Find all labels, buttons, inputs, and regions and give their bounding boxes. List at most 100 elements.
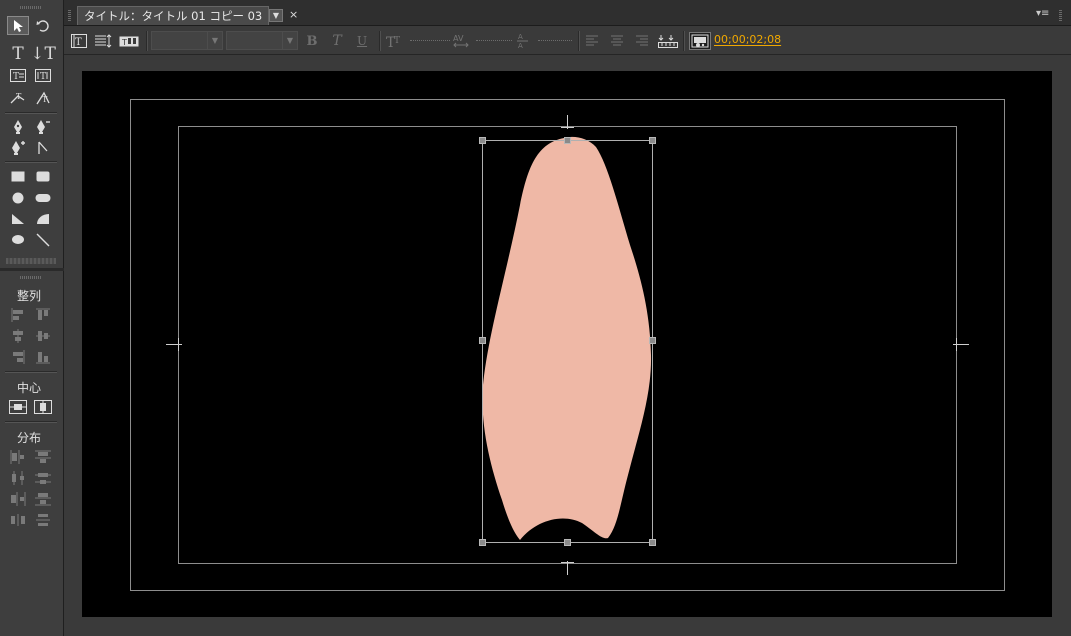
resize-handle-bottom[interactable] (564, 539, 571, 546)
font-size-field[interactable] (410, 40, 450, 41)
svg-text:T: T (121, 38, 127, 47)
leading-field[interactable] (538, 40, 572, 41)
svg-text:T: T (13, 72, 19, 82)
arc-tool-icon[interactable] (32, 209, 54, 228)
panel-grip-right[interactable] (1059, 9, 1062, 21)
line-tool-icon[interactable] (32, 230, 54, 249)
add-anchor-point-icon[interactable] (7, 138, 29, 157)
ellipse-tool-icon[interactable] (7, 188, 29, 207)
italic-button[interactable]: T (329, 32, 345, 50)
svg-text:T: T (75, 37, 82, 48)
panel-split (0, 268, 64, 271)
roll-crawl-options-icon[interactable] (94, 32, 112, 50)
convert-anchor-point-icon[interactable] (32, 138, 54, 157)
align-heading: 整列 (16, 289, 41, 303)
tab-title: タイトル：タイトル 01 コピー 03 (84, 9, 263, 23)
tools-panel: T ↓T T T T T 整列 中心 分布 (0, 0, 64, 636)
tab-stops-icon[interactable]: T (118, 32, 140, 50)
center-mark-bottom-bar (561, 562, 574, 563)
resize-handle-right[interactable] (649, 337, 656, 344)
distribute-left-icon[interactable] (7, 447, 29, 466)
selection-bounding-box (482, 140, 653, 543)
rounded-corner-rectangle-tool-icon[interactable] (32, 188, 54, 207)
resize-handle-top-left[interactable] (479, 137, 486, 144)
align-left-icon[interactable] (7, 305, 29, 324)
font-size-icon[interactable]: TT (386, 32, 404, 50)
type-tool-icon[interactable]: T (7, 45, 29, 64)
align-text-right-icon[interactable] (634, 32, 650, 50)
svg-text:T: T (16, 92, 22, 101)
bold-button[interactable]: B (304, 32, 320, 50)
center-mark-left (166, 344, 182, 345)
selection-tool-icon[interactable] (7, 16, 29, 35)
align-panel-grip[interactable] (20, 276, 42, 279)
svg-text:AV: AV (453, 34, 464, 43)
align-top-icon[interactable] (32, 305, 54, 324)
align-right-icon[interactable] (7, 347, 29, 366)
panel-divider (6, 258, 56, 264)
rounded-rectangle-tool-icon[interactable] (32, 167, 54, 186)
rotation-tool-icon[interactable] (32, 16, 54, 35)
resize-handle-top[interactable] (564, 137, 571, 144)
center-mark-top-bar (561, 127, 574, 128)
distribute-heading: 分布 (16, 431, 41, 445)
chevron-down-icon: ▼ (207, 32, 222, 49)
distribute-vertical-center-icon[interactable] (32, 468, 54, 487)
align-vertical-center-icon[interactable] (32, 326, 54, 345)
wedge-tool-icon[interactable] (7, 209, 29, 228)
distribute-bottom-icon[interactable] (32, 489, 54, 508)
resize-handle-top-right[interactable] (649, 137, 656, 144)
font-style-select[interactable]: ▼ (226, 31, 298, 50)
panel-menu-icon[interactable]: ▾≡ (1036, 8, 1049, 19)
title-canvas[interactable] (82, 71, 1052, 617)
svg-text:A: A (518, 33, 523, 41)
delete-anchor-point-icon[interactable] (32, 117, 54, 136)
path-type-tool-icon[interactable]: T (7, 88, 29, 107)
pen-tool-icon[interactable] (7, 117, 29, 136)
rectangle-tool-icon[interactable] (7, 167, 29, 186)
distribute-horizontal-center-icon[interactable] (7, 468, 29, 487)
new-title-icon[interactable]: T (70, 32, 88, 50)
area-type-tool-icon[interactable]: T (7, 66, 29, 85)
align-text-center-icon[interactable] (609, 32, 625, 50)
distribute-right-icon[interactable] (7, 489, 29, 508)
distribute-top-icon[interactable] (32, 447, 54, 466)
tab-grip[interactable] (68, 9, 71, 21)
panel-grip[interactable] (20, 6, 42, 9)
kerning-field[interactable] (476, 40, 512, 41)
vertical-type-tool-icon[interactable]: ↓T (30, 45, 56, 64)
show-background-video-icon[interactable] (689, 32, 711, 50)
leading-icon[interactable]: AA (514, 32, 532, 50)
center-horizontal-icon[interactable] (7, 397, 29, 416)
svg-text:A: A (518, 42, 523, 50)
center-mark-left-bar (178, 338, 179, 351)
ellipse-tool-icon-2[interactable] (7, 230, 29, 249)
svg-text:T: T (42, 95, 48, 104)
distribute-horizontal-space-icon[interactable] (7, 510, 29, 529)
chevron-down-icon: ▼ (282, 32, 297, 49)
underline-button[interactable]: U (354, 32, 370, 50)
resize-handle-bottom-left[interactable] (479, 539, 486, 546)
svg-text:T: T (40, 72, 46, 82)
align-horizontal-center-icon[interactable] (7, 326, 29, 345)
center-heading: 中心 (16, 381, 41, 395)
distribute-vertical-space-icon[interactable] (32, 510, 54, 529)
font-family-select[interactable]: ▼ (151, 31, 223, 50)
tab-title-panel[interactable]: タイトル：タイトル 01 コピー 03 (77, 6, 270, 25)
vertical-area-type-tool-icon[interactable]: T (32, 66, 54, 85)
center-vertical-icon[interactable] (32, 397, 54, 416)
vertical-path-type-tool-icon[interactable]: T (32, 88, 54, 107)
panel-tab-bar: タイトル：タイトル 01 コピー 03 ▼ × ▾≡ (64, 0, 1071, 26)
timecode-display[interactable]: 00;00;02;08 (714, 33, 781, 46)
tab-ruler-icon[interactable] (658, 32, 678, 50)
tab-close-icon[interactable]: × (289, 8, 298, 21)
tab-dropdown-icon[interactable]: ▼ (269, 9, 283, 22)
kerning-icon[interactable]: AV (452, 32, 470, 50)
center-mark-right-bar (956, 338, 957, 351)
align-bottom-icon[interactable] (32, 347, 54, 366)
center-mark-bottom (567, 561, 568, 575)
align-text-left-icon[interactable] (584, 32, 600, 50)
resize-handle-bottom-right[interactable] (649, 539, 656, 546)
resize-handle-left[interactable] (479, 337, 486, 344)
svg-text:T: T (394, 36, 400, 46)
